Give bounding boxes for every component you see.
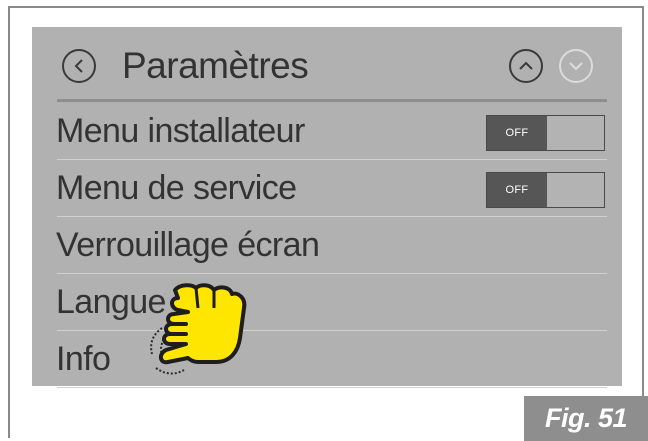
chevron-up-icon [519, 61, 533, 70]
menu-item-installer[interactable]: Menu installateur OFF [32, 103, 622, 160]
toggle-state: OFF [487, 173, 547, 207]
scroll-down-button[interactable] [559, 49, 593, 83]
page-title: Paramètres [122, 45, 309, 86]
header-divider [57, 99, 607, 102]
service-menu-toggle[interactable]: OFF [486, 172, 605, 208]
scroll-up-button[interactable] [509, 49, 543, 83]
installer-menu-toggle[interactable]: OFF [486, 115, 605, 151]
menu-item-language[interactable]: Langue [32, 274, 622, 331]
figure-label: Fig. 51 [524, 396, 648, 441]
header: Paramètres [32, 27, 622, 99]
menu-item-screen-lock[interactable]: Verrouillage écran [32, 217, 622, 274]
menu-item-label: Info [56, 340, 111, 378]
row-divider [57, 387, 607, 388]
chevron-down-icon [569, 62, 583, 71]
toggle-state: OFF [487, 116, 547, 150]
settings-screen: Paramètres Menu installateur OFF Menu de… [32, 27, 622, 388]
menu-item-service[interactable]: Menu de service OFF [32, 160, 622, 217]
menu-item-label: Menu de service [56, 169, 297, 207]
chevron-left-icon [74, 59, 83, 73]
menu-item-label: Menu installateur [56, 112, 305, 150]
back-button[interactable] [62, 49, 96, 83]
menu-item-info[interactable]: Info [32, 331, 622, 388]
hand-swipe-up-icon [150, 283, 247, 375]
menu-item-label: Verrouillage écran [56, 226, 320, 264]
